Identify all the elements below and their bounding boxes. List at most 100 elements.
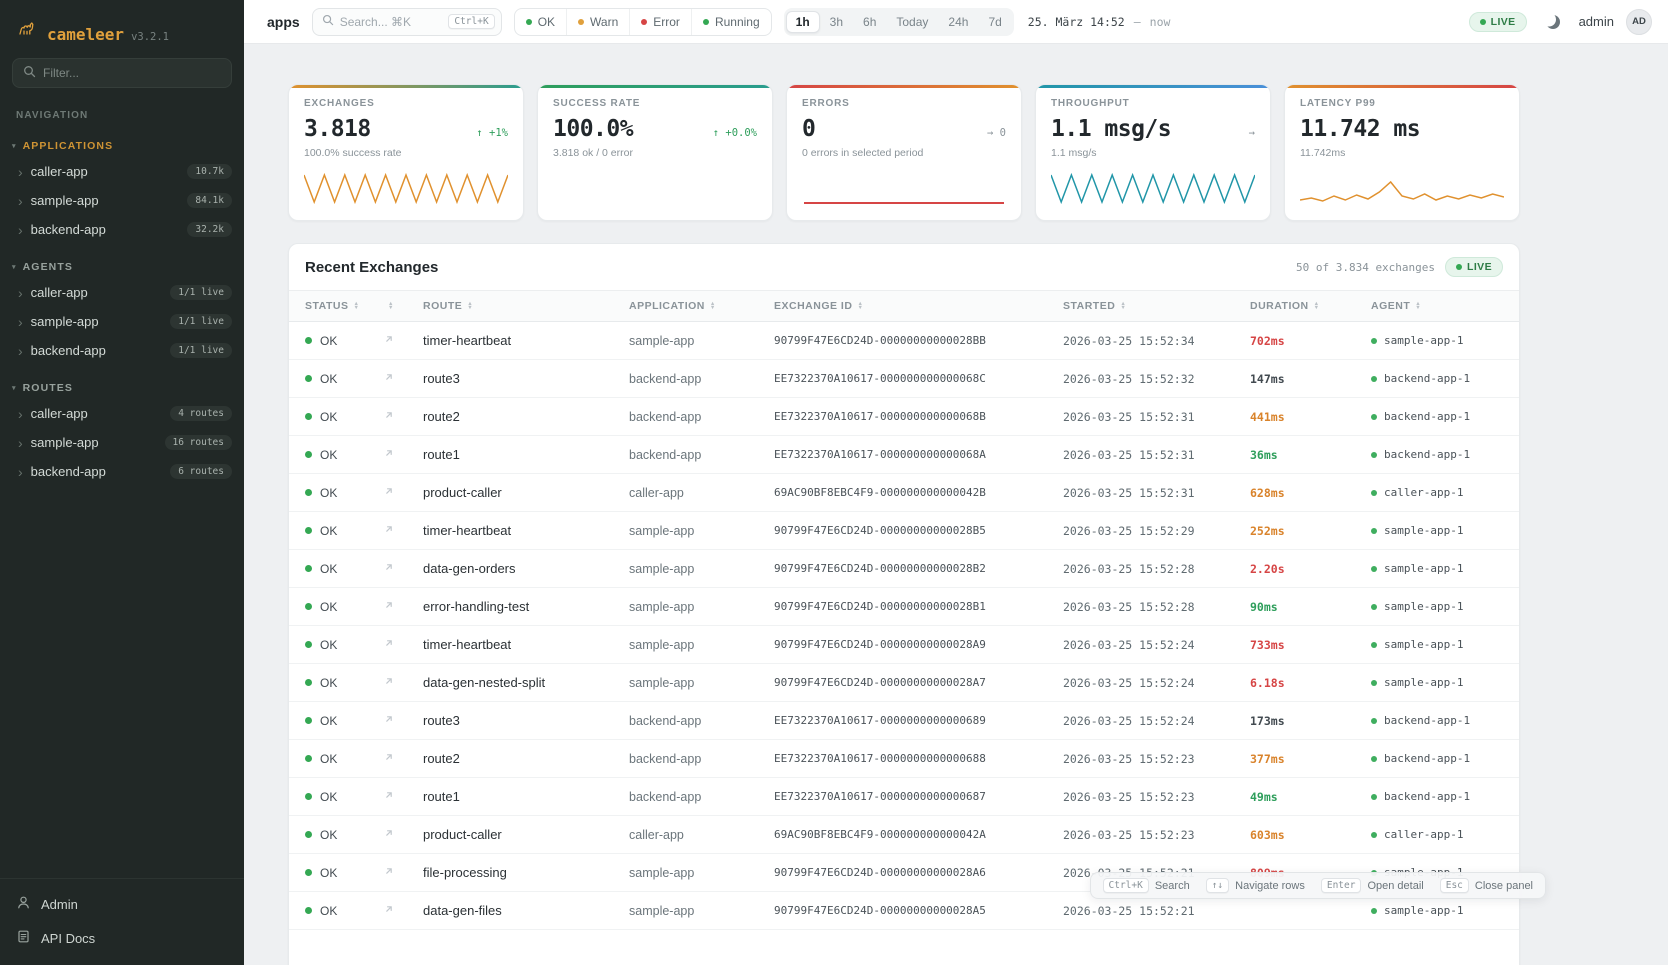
expand-row-icon[interactable]: [383, 371, 395, 386]
status-dot: [526, 19, 532, 25]
expand-row-icon[interactable]: [383, 447, 395, 462]
time-range-button[interactable]: 6h: [853, 11, 886, 33]
sidebar-item-api-docs[interactable]: API Docs: [0, 921, 244, 955]
started-cell: 2026-03-25 15:52:31: [1063, 448, 1250, 462]
expand-row-icon[interactable]: [383, 333, 395, 348]
column-header[interactable]: STARTED ▲▼: [1063, 300, 1250, 312]
section-header-routes[interactable]: ▾ ROUTES: [0, 378, 244, 399]
avatar[interactable]: AD: [1626, 9, 1652, 35]
status-ok-dot: [305, 755, 312, 762]
column-header[interactable]: ROUTE ▲▼: [423, 300, 629, 312]
status-filter-chip[interactable]: Running: [691, 9, 771, 35]
table-row[interactable]: OK error-handling-test sample-app 90799F…: [289, 588, 1519, 626]
status-filter-chip[interactable]: Error: [629, 9, 691, 35]
expand-row-icon[interactable]: [383, 903, 395, 918]
dark-mode-toggle[interactable]: [1539, 8, 1567, 36]
expand-row-icon[interactable]: [383, 751, 395, 766]
table-row[interactable]: OK route2 backend-app EE7322370A10617-00…: [289, 398, 1519, 436]
sidebar-item[interactable]: › caller-app 4 routes: [0, 399, 244, 428]
table-row[interactable]: OK timer-heartbeat sample-app 90799F47E6…: [289, 322, 1519, 360]
sidebar-item[interactable]: › caller-app 10.7k: [0, 157, 244, 186]
status-ok-dot: [305, 831, 312, 838]
table-row[interactable]: OK route1 backend-app EE7322370A10617-00…: [289, 436, 1519, 474]
expand-row-icon[interactable]: [383, 485, 395, 500]
time-range-button[interactable]: 24h: [938, 11, 978, 33]
status-filter-chip[interactable]: Warn: [566, 9, 629, 35]
time-range-button[interactable]: Today: [886, 11, 938, 33]
section-header-applications[interactable]: ▾ APPLICATIONS: [0, 136, 244, 157]
sidebar-item[interactable]: › sample-app 1/1 live: [0, 307, 244, 336]
expand-row-icon[interactable]: [383, 637, 395, 652]
column-header[interactable]: AGENT ▲▼: [1371, 300, 1503, 312]
column-header[interactable]: ▲▼: [383, 302, 423, 311]
expand-row-icon[interactable]: [383, 599, 395, 614]
search-input[interactable]: [340, 15, 443, 29]
table-row[interactable]: OK route3 backend-app EE7322370A10617-00…: [289, 702, 1519, 740]
expand-row-icon[interactable]: [383, 675, 395, 690]
live-dot: [1480, 19, 1486, 25]
sidebar-item[interactable]: › sample-app 84.1k: [0, 186, 244, 215]
started-cell: 2026-03-25 15:52:28: [1063, 562, 1250, 576]
expand-row-icon[interactable]: [383, 827, 395, 842]
sidebar-item[interactable]: › caller-app 1/1 live: [0, 278, 244, 307]
agent-cell: sample-app-1: [1371, 334, 1503, 347]
expand-row-icon[interactable]: [383, 561, 395, 576]
agent-cell: backend-app-1: [1371, 410, 1503, 423]
chevron-right-icon: ›: [18, 344, 23, 358]
status-cell: OK: [305, 562, 383, 576]
time-range-button[interactable]: 1h: [786, 11, 820, 33]
route-cell: product-caller: [423, 827, 629, 842]
table-row[interactable]: OK product-caller caller-app 69AC90BF8EB…: [289, 816, 1519, 854]
agent-cell: sample-app-1: [1371, 524, 1503, 537]
card-label: LATENCY P99: [1300, 98, 1504, 109]
column-header[interactable]: DURATION ▲▼: [1250, 300, 1371, 312]
agent-status-dot: [1371, 490, 1377, 496]
agent-status-dot: [1371, 376, 1377, 382]
global-search[interactable]: Ctrl+K: [312, 8, 502, 36]
recent-exchanges-panel: Recent Exchanges 50 of 3.834 exchanges L…: [288, 243, 1520, 965]
table-row[interactable]: OK timer-heartbeat sample-app 90799F47E6…: [289, 512, 1519, 550]
exchange-id-cell: 90799F47E6CD24D-00000000000028A5: [774, 904, 1063, 917]
sort-icon: ▲▼: [467, 302, 473, 311]
table-row[interactable]: OK route1 backend-app EE7322370A10617-00…: [289, 778, 1519, 816]
agent-cell: caller-app-1: [1371, 486, 1503, 499]
sidebar-item[interactable]: › sample-app 16 routes: [0, 428, 244, 457]
sidebar-item[interactable]: › backend-app 32.2k: [0, 215, 244, 244]
sidebar-filter[interactable]: [12, 58, 232, 88]
time-range-display[interactable]: 25. März 14:52 — now: [1028, 15, 1171, 29]
table-row[interactable]: OK route2 backend-app EE7322370A10617-00…: [289, 740, 1519, 778]
sidebar-item[interactable]: › backend-app 1/1 live: [0, 336, 244, 365]
expand-row-icon[interactable]: [383, 523, 395, 538]
live-toggle[interactable]: LIVE: [1469, 12, 1527, 32]
agent-cell: sample-app-1: [1371, 600, 1503, 613]
time-range-button[interactable]: 7d: [978, 11, 1011, 33]
expand-row-icon[interactable]: [383, 713, 395, 728]
application-cell: backend-app: [629, 410, 774, 424]
route-cell: route1: [423, 447, 629, 462]
duration-cell: 702ms: [1250, 334, 1371, 348]
table-row[interactable]: OK timer-heartbeat sample-app 90799F47E6…: [289, 626, 1519, 664]
expand-row-icon[interactable]: [383, 789, 395, 804]
card-value: 0: [802, 116, 815, 142]
application-cell: backend-app: [629, 752, 774, 766]
table-row[interactable]: OK route3 backend-app EE7322370A10617-00…: [289, 360, 1519, 398]
expand-row-icon[interactable]: [383, 409, 395, 424]
time-range-button[interactable]: 3h: [820, 11, 853, 33]
search-icon: [322, 14, 334, 29]
status-filter-chip[interactable]: OK: [515, 9, 566, 35]
column-header[interactable]: APPLICATION ▲▼: [629, 300, 774, 312]
agent-status-dot: [1371, 680, 1377, 686]
section-header-agents[interactable]: ▾ AGENTS: [0, 257, 244, 278]
topbar: apps Ctrl+K OK Warn: [244, 0, 1668, 44]
sidebar-item-admin[interactable]: Admin: [0, 887, 244, 921]
table-row[interactable]: OK data-gen-nested-split sample-app 9079…: [289, 664, 1519, 702]
table-row[interactable]: OK product-caller caller-app 69AC90BF8EB…: [289, 474, 1519, 512]
column-header[interactable]: EXCHANGE ID ▲▼: [774, 300, 1063, 312]
table-row[interactable]: OK data-gen-orders sample-app 90799F47E6…: [289, 550, 1519, 588]
column-header[interactable]: STATUS ▲▼: [305, 300, 383, 312]
sidebar-item[interactable]: › backend-app 6 routes: [0, 457, 244, 486]
expand-row-icon[interactable]: [383, 865, 395, 880]
application-cell: sample-app: [629, 334, 774, 348]
filter-input[interactable]: [43, 66, 221, 80]
route-cell: timer-heartbeat: [423, 333, 629, 348]
